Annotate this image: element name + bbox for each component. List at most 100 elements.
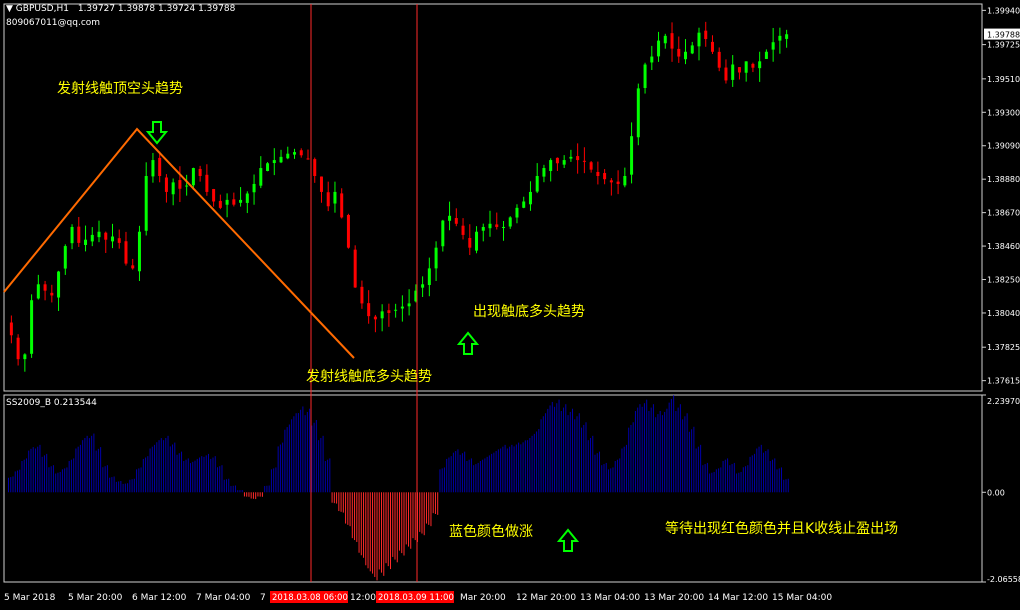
- candle: [117, 229, 121, 249]
- candle-body: [461, 225, 465, 235]
- candle-body: [468, 237, 472, 248]
- candle: [266, 162, 270, 172]
- candle: [198, 165, 202, 182]
- candle: [171, 178, 175, 206]
- candle-body: [690, 45, 694, 54]
- time-tick-label: 5 Mar 2018: [4, 593, 56, 603]
- candle-body: [427, 268, 431, 285]
- candle-body: [205, 174, 209, 192]
- candle: [623, 167, 627, 188]
- candle: [400, 295, 404, 322]
- candle: [704, 21, 708, 47]
- candle-body: [124, 241, 128, 264]
- candle-body: [710, 41, 714, 52]
- candle: [724, 59, 728, 84]
- candle-body: [778, 35, 782, 41]
- candle-body: [744, 61, 748, 73]
- candle-body: [441, 220, 445, 247]
- candle: [535, 163, 539, 194]
- price-tick-label: 1.39725: [987, 41, 1020, 50]
- candle: [528, 181, 532, 211]
- candle-body: [164, 177, 168, 192]
- candle: [30, 294, 34, 358]
- candle: [508, 216, 512, 229]
- candle-body: [57, 271, 61, 298]
- candle-body: [326, 192, 330, 207]
- candle-body: [151, 160, 155, 177]
- candle-body: [670, 33, 674, 49]
- candle: [387, 303, 391, 327]
- candle: [306, 149, 310, 160]
- candle: [448, 201, 452, 231]
- candle: [522, 196, 526, 209]
- candle-body: [198, 168, 202, 176]
- price-tick-label: 1.39300: [987, 108, 1020, 117]
- candle-body: [495, 224, 499, 227]
- current-price-label: 1.39788: [987, 31, 1020, 40]
- candle-body: [549, 160, 553, 172]
- candle: [461, 218, 465, 240]
- candle-body: [407, 303, 411, 307]
- candle-body: [636, 88, 640, 138]
- time-tick-label: 7: [260, 593, 266, 603]
- candle: [346, 213, 350, 249]
- candle: [36, 274, 40, 300]
- candle-body: [158, 157, 162, 176]
- price-tick-label: 1.38880: [987, 175, 1020, 184]
- candle-body: [394, 309, 398, 311]
- candle-body: [562, 160, 566, 165]
- candle-body: [185, 185, 189, 187]
- collapse-arrow-icon[interactable]: ▼: [6, 4, 13, 14]
- candle-body: [488, 223, 492, 229]
- candle-body: [677, 48, 681, 57]
- price-tick-label: 1.39940: [987, 6, 1020, 15]
- candle: [771, 27, 775, 62]
- candle-body: [84, 239, 88, 245]
- candle: [677, 36, 681, 63]
- candle-body: [609, 180, 613, 183]
- candle: [272, 148, 276, 176]
- candle-body: [293, 152, 297, 155]
- candle-body: [50, 292, 54, 296]
- candle-body: [764, 51, 768, 59]
- candle-body: [43, 284, 47, 291]
- candle: [293, 148, 297, 159]
- candle-body: [9, 322, 13, 336]
- candle: [549, 158, 553, 182]
- candle-body: [23, 354, 27, 360]
- time-tick-label: 12 Mar 20:00: [516, 593, 576, 603]
- candle: [77, 217, 81, 247]
- account-label: 809067011@qq.com: [6, 18, 101, 28]
- time-tick-label: 13 Mar 04:00: [580, 593, 640, 603]
- candle-body: [191, 168, 195, 186]
- indicator-label: SS2009_B 0.213544: [6, 398, 97, 408]
- candle: [124, 231, 128, 266]
- candle: [630, 122, 634, 184]
- candle: [279, 149, 283, 164]
- candle-body: [731, 64, 735, 80]
- candle: [616, 170, 620, 195]
- candle: [57, 270, 61, 311]
- candle: [764, 49, 768, 59]
- candle-body: [286, 153, 290, 159]
- candle: [758, 51, 762, 82]
- candle-body: [522, 201, 526, 208]
- candle: [205, 164, 209, 196]
- candle: [158, 151, 162, 183]
- candle-body: [380, 311, 384, 319]
- candle-body: [225, 199, 229, 205]
- candle: [144, 162, 148, 236]
- candle-body: [279, 156, 283, 163]
- price-axis: 1.39940 1.39725 1.39510 1.39300 1.39090 1.388…: [982, 6, 1020, 584]
- candle-body: [663, 35, 667, 44]
- candle: [690, 41, 694, 55]
- candle: [239, 187, 243, 207]
- candle-body: [239, 199, 243, 203]
- candle: [23, 353, 27, 372]
- candle-body: [650, 56, 654, 63]
- candle: [663, 33, 667, 49]
- candle-body: [454, 218, 458, 224]
- time-tick-label: 7 Mar 04:00: [196, 593, 251, 603]
- time-tick-label: 5 Mar 20:00: [68, 593, 123, 603]
- candle: [650, 45, 654, 70]
